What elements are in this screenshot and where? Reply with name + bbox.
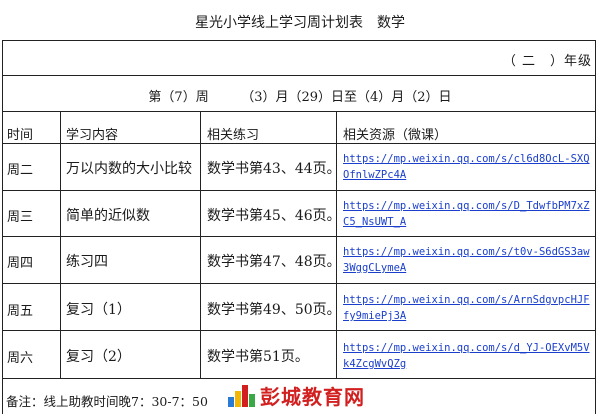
watermark-text: 彭城教育网: [260, 384, 365, 409]
resource-link[interactable]: https://mp.weixin.qq.com/s/D_TdwfbPM7xZC…: [343, 198, 593, 230]
grid-line: [2, 283, 596, 284]
row-topic: 万以内数的大小比较: [66, 161, 192, 177]
row-exercise: 数学书第49、50页。: [207, 302, 341, 318]
resource-link[interactable]: https://mp.weixin.qq.com/s/t0v-S6dGS3aw3…: [343, 244, 593, 276]
grid-line: [336, 111, 337, 378]
grid-line: [200, 111, 201, 378]
week-range: 第（7）周 （3）月（29）日至（4）月（2）日: [148, 90, 452, 105]
row-day: 周六: [7, 351, 34, 366]
row-day: 周二: [7, 163, 34, 178]
plan-sheet: 星光小学线上学习周计划表 数学 （ 二 ）年级 第（7）周 （3）月（29）日至…: [0, 0, 600, 414]
row-exercise: 数学书第47、48页。: [207, 254, 341, 270]
remark-note: 备注：线上助教时间晚7：30-7：50: [6, 394, 208, 409]
row-exercise: 数学书第43、44页。: [207, 161, 341, 177]
header-exercise: 相关练习: [207, 128, 260, 143]
watermark-logo: 彭城教育网: [228, 380, 388, 410]
row-topic: 练习四: [66, 254, 108, 270]
row-exercise: 数学书第51页。: [207, 349, 309, 365]
header-resource: 相关资源（微课）: [343, 128, 448, 143]
grid-line: [2, 75, 596, 76]
row-topic: 复习（1）: [66, 302, 131, 318]
row-day: 周四: [7, 256, 34, 271]
grid-line: [2, 40, 596, 41]
page-title: 星光小学线上学习周计划表 数学: [195, 15, 405, 31]
grid-line: [2, 190, 596, 191]
resource-link[interactable]: https://mp.weixin.qq.com/s/cl6d8OcL-SXQO…: [343, 151, 593, 183]
grid-line: [2, 143, 596, 144]
resource-link[interactable]: https://mp.weixin.qq.com/s/ArnSdgvpcHJFf…: [343, 292, 593, 324]
row-topic: 复习（2）: [66, 349, 131, 365]
header-day: 时间: [7, 128, 34, 143]
row-topic: 简单的近似数: [66, 208, 150, 224]
grade-label: （ 二 ）年级: [502, 54, 592, 69]
grid-line: [2, 330, 596, 331]
grid-line: [2, 236, 596, 237]
grid-line: [2, 378, 596, 379]
bar-logo-icon: [228, 383, 255, 407]
row-exercise: 数学书第45、46页。: [207, 208, 341, 224]
resource-link[interactable]: https://mp.weixin.qq.com/s/d_YJ-OEXvM5Vk…: [343, 340, 593, 372]
grid-line: [2, 111, 596, 112]
row-day: 周三: [7, 210, 34, 225]
header-topic: 学习内容: [66, 128, 119, 143]
row-day: 周五: [7, 304, 34, 319]
grid-line: [60, 111, 61, 378]
